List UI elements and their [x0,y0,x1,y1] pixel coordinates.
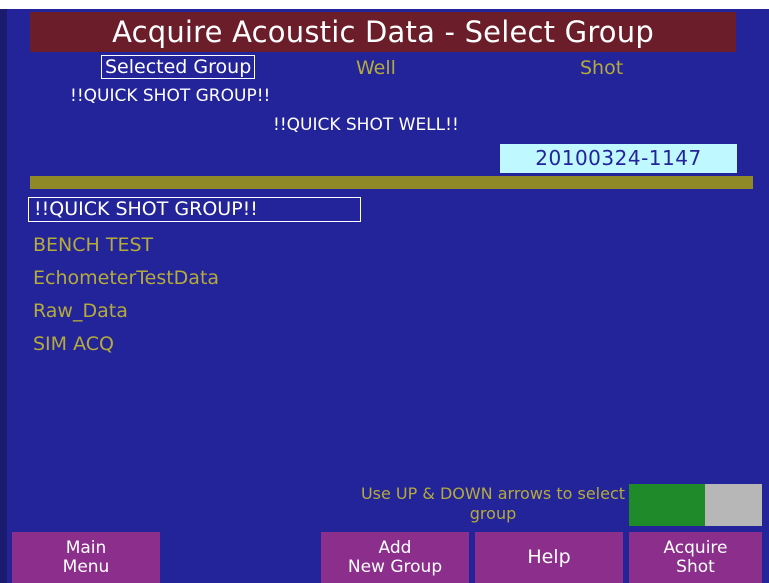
left-edge [0,9,7,583]
acquire-select-group-screen: Acquire Acoustic Data - Select Group Sel… [0,0,769,583]
main-menu-button[interactable]: Main Menu [12,532,160,583]
add-new-group-button[interactable]: Add New Group [321,532,469,583]
group-list-item[interactable]: BENCH TEST [28,230,388,263]
main-menu-label-line2: Menu [62,556,110,577]
shot-header: Shot [580,57,624,79]
selected-group-header: Selected Group [101,55,256,79]
navigation-hint: Use UP & DOWN arrows to select group [360,484,626,523]
current-well-value: !!QUICK SHOT WELL!! [273,115,459,135]
group-list: !!QUICK SHOT GROUP!! BENCH TEST Echomete… [28,197,388,362]
acquire-shot-button[interactable]: Acquire Shot [629,532,762,583]
acquire-label-line2: Shot [676,556,715,577]
status-indicator [629,484,762,526]
add-group-label-line1: Add [378,537,412,558]
help-button[interactable]: Help [475,532,623,583]
help-label: Help [527,546,571,568]
main-menu-label-line1: Main [65,537,107,558]
add-group-label-line2: New Group [347,556,443,577]
acquire-label-line1: Acquire [663,537,728,558]
divider [30,176,753,189]
status-indicator-green [629,484,705,526]
page-title: Acquire Acoustic Data - Select Group [30,12,736,52]
top-border [0,0,769,9]
shot-id-field: 20100324-1147 [500,144,737,173]
group-list-item[interactable]: SIM ACQ [28,329,388,362]
group-list-item[interactable]: Raw_Data [28,296,388,329]
group-list-item[interactable]: EchometerTestData [28,263,388,296]
group-list-item[interactable]: !!QUICK SHOT GROUP!! [28,197,361,222]
title-bar-right-block [736,12,753,52]
current-group-value: !!QUICK SHOT GROUP!! [70,86,271,106]
well-header: Well [356,57,396,79]
